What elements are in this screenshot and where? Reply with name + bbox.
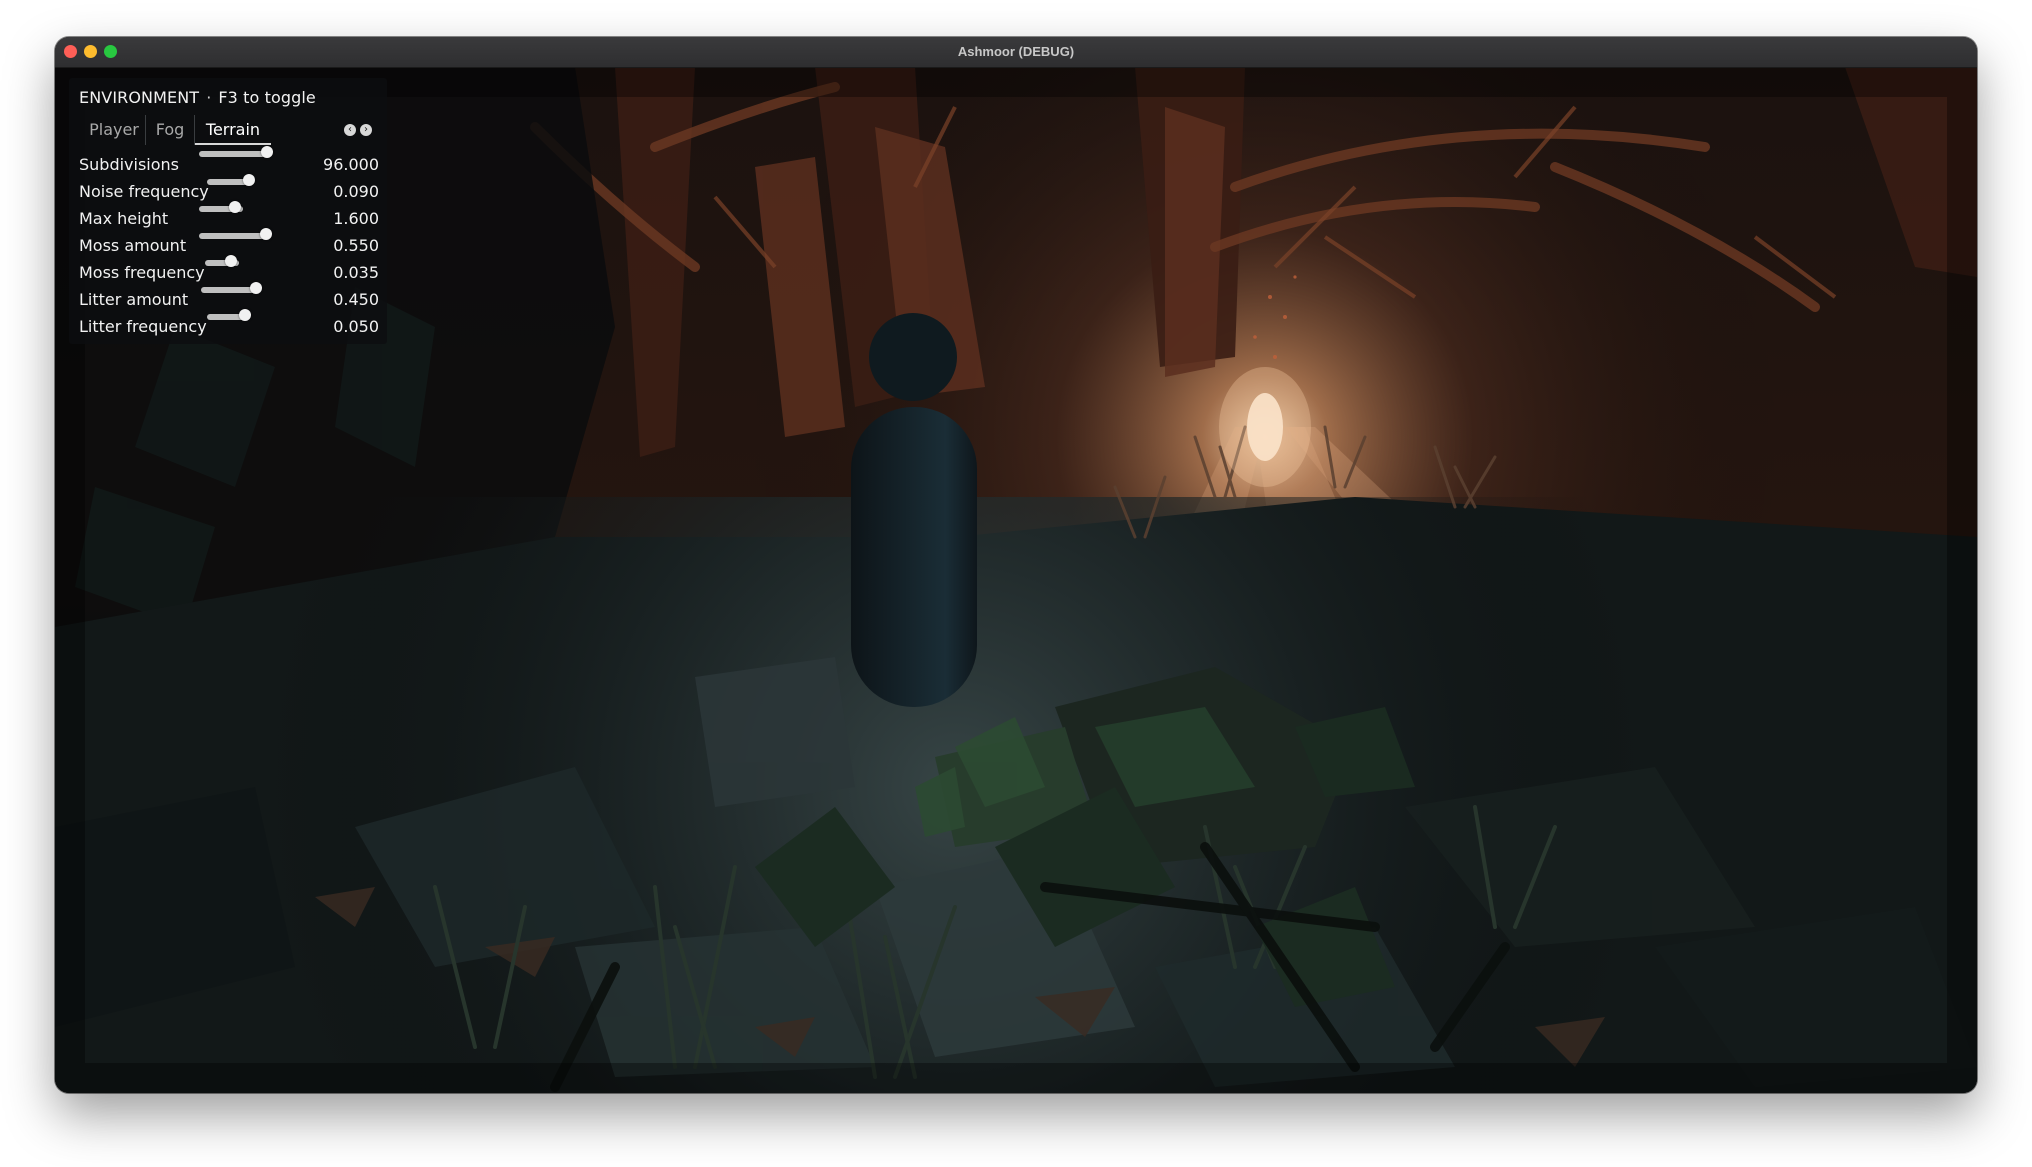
slider-value: 0.035 <box>333 263 379 282</box>
panel-title: ENVIRONMENT <box>79 88 200 107</box>
slider-row-noise-frequency: Noise frequency 0.090 <box>79 174 379 205</box>
game-viewport[interactable]: ENVIRONMENT · F3 to toggle Player Fog Terr… <box>55 67 1977 1093</box>
game-window: Ashmoor (DEBUG) ENVIRONMENT · F3 to togg… <box>55 37 1977 1093</box>
slider-row-moss-frequency: Moss frequency 0.035 <box>79 255 379 286</box>
slider-thumb[interactable] <box>250 282 262 294</box>
slider-label: Max height <box>79 209 169 228</box>
header-separator: · <box>206 88 212 107</box>
slider-label: Moss amount <box>79 236 187 255</box>
max-height-slider[interactable] <box>199 201 243 213</box>
slider-thumb[interactable] <box>239 309 251 321</box>
tab-fog[interactable]: Fog <box>146 115 195 145</box>
toggle-hint: F3 to toggle <box>218 88 316 107</box>
subdivisions-slider[interactable] <box>199 146 273 158</box>
slider-row-litter-frequency: Litter frequency 0.050 <box>79 309 379 340</box>
slider-row-max-height: Max height 1.600 <box>79 201 379 232</box>
slider-value: 0.050 <box>333 317 379 336</box>
slider-value: 0.550 <box>333 236 379 255</box>
chevron-left-icon[interactable]: ‹ <box>344 124 356 136</box>
slider-thumb[interactable] <box>229 201 241 213</box>
slider-row-subdivisions: Subdivisions 96.000 <box>79 146 379 178</box>
slider-label: Subdivisions <box>79 155 180 174</box>
environment-debug-panel: ENVIRONMENT · F3 to toggle Player Fog Terr… <box>69 78 387 344</box>
slider-value: 96.000 <box>323 155 379 174</box>
title-bar[interactable]: Ashmoor (DEBUG) <box>55 37 1977 68</box>
moss-frequency-slider[interactable] <box>205 255 239 267</box>
slider-label: Litter frequency <box>79 317 207 336</box>
litter-amount-slider[interactable] <box>201 282 262 294</box>
chevron-right-icon[interactable]: › <box>360 124 372 136</box>
tab-terrain[interactable]: Terrain <box>195 115 271 145</box>
slider-value: 0.090 <box>333 182 379 201</box>
moss-amount-slider[interactable] <box>199 228 272 240</box>
slider-label: Moss frequency <box>79 263 205 282</box>
slider-thumb[interactable] <box>261 146 273 158</box>
slider-thumb[interactable] <box>243 174 255 186</box>
noise-frequency-slider[interactable] <box>207 174 255 186</box>
tab-player[interactable]: Player <box>83 115 146 145</box>
panel-tabs: Player Fog Terrain <box>83 115 323 145</box>
panel-header: ENVIRONMENT · F3 to toggle <box>79 88 316 107</box>
slider-value: 1.600 <box>333 209 379 228</box>
slider-thumb[interactable] <box>260 228 272 240</box>
litter-frequency-slider[interactable] <box>207 309 251 321</box>
window-title: Ashmoor (DEBUG) <box>957 44 1075 59</box>
slider-row-litter-amount: Litter amount 0.450 <box>79 282 379 313</box>
slider-thumb[interactable] <box>225 255 237 267</box>
slider-value: 0.450 <box>333 290 379 309</box>
slider-label: Noise frequency <box>79 182 209 201</box>
slider-label: Litter amount <box>79 290 189 309</box>
